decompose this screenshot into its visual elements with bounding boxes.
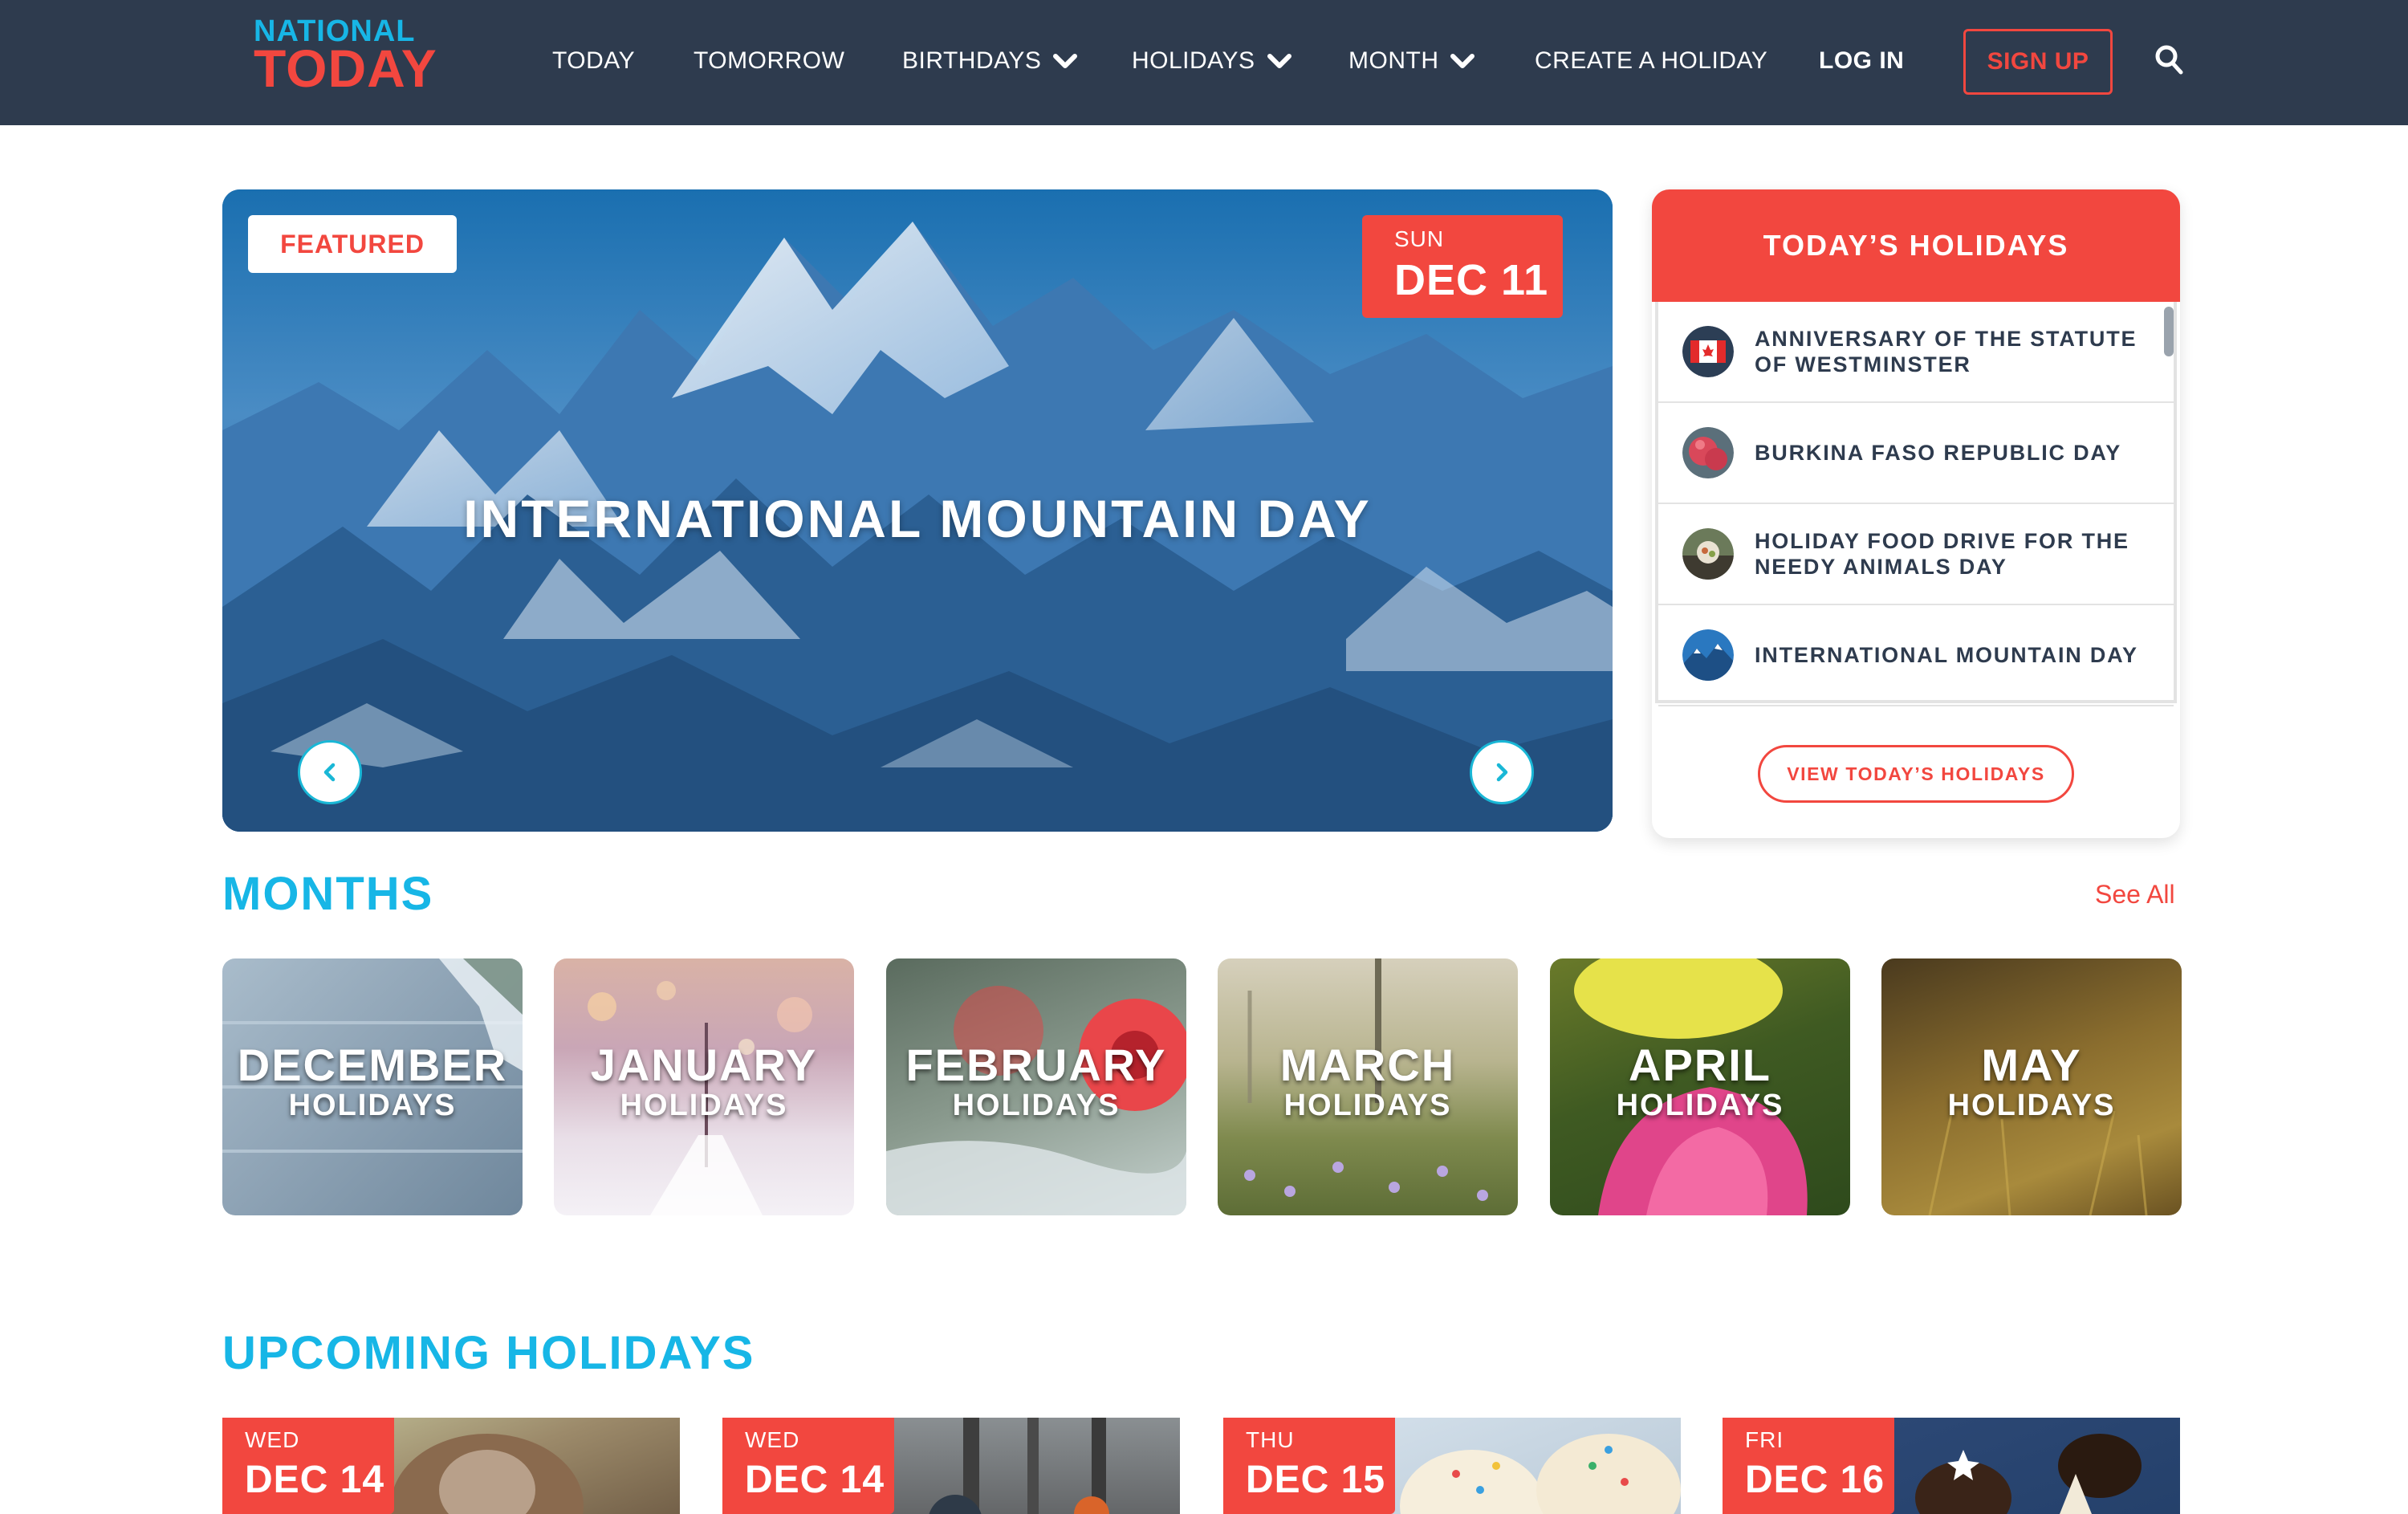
signup-button[interactable]: SIGN UP: [1963, 29, 2113, 95]
canada-flag-thumbnail: [1682, 326, 1734, 377]
upcoming-date: DEC 14: [245, 1459, 385, 1501]
upcoming-day-of-week: WED: [745, 1427, 800, 1452]
nav-login[interactable]: LOG IN: [1819, 45, 1904, 77]
featured-badge-label: FEATURED: [280, 229, 425, 258]
top-nav: NATIONAL TODAY TODAY TOMORROW BIRTHDAYS …: [0, 0, 2408, 125]
featured-holiday-slider[interactable]: FEATURED SUN DEC 11 INTERNATIONAL MOUNTA…: [222, 189, 1613, 832]
upcoming-holidays-section-title: UPCOMING HOLIDAYS: [222, 1327, 755, 1379]
nav-create-holiday[interactable]: CREATE A HOLIDAY: [1535, 45, 1767, 77]
nav-tomorrow-label: TOMORROW: [694, 47, 845, 74]
logo-line2: TODAY: [254, 39, 437, 98]
list-item-label: HOLIDAY FOOD DRIVE FOR THE NEEDY ANIMALS…: [1755, 528, 2129, 579]
see-all-months-link[interactable]: See All: [2095, 880, 2175, 910]
nav-month[interactable]: MONTH: [1348, 45, 1475, 77]
upcoming-day-of-week: WED: [245, 1427, 300, 1452]
month-name: FEBRUARY: [905, 1040, 1167, 1090]
list-item-label: BURKINA FASO REPUBLIC DAY: [1755, 440, 2122, 465]
burkina-faso-thumbnail: [1682, 427, 1734, 478]
upcoming-date: DEC 15: [1246, 1459, 1386, 1501]
list-scrollbar[interactable]: [2164, 307, 2174, 356]
featured-badge: FEATURED: [248, 215, 457, 273]
list-item[interactable]: INTERNATIONAL MOUNTAIN DAY: [1658, 605, 2174, 706]
nav-birthdays-label: BIRTHDAYS: [902, 47, 1042, 74]
nav-today-label: TODAY: [552, 47, 636, 74]
month-subtitle: HOLIDAYS: [620, 1089, 788, 1122]
chevron-down-icon: [1053, 54, 1078, 68]
nav-today[interactable]: TODAY: [552, 45, 635, 77]
slider-next-button[interactable]: [1470, 740, 1534, 804]
hero-title[interactable]: INTERNATIONAL MOUNTAIN DAY: [222, 488, 1613, 549]
month-card-december[interactable]: DECEMBER HOLIDAYS: [222, 958, 523, 1215]
month-subtitle: HOLIDAYS: [1283, 1089, 1452, 1122]
month-card-march[interactable]: MARCH HOLIDAYS: [1218, 958, 1518, 1215]
search-icon[interactable]: [2153, 42, 2185, 77]
chevron-right-icon: [1496, 763, 1508, 782]
view-todays-holidays-label: VIEW TODAY’S HOLIDAYS: [1787, 763, 2045, 784]
month-subtitle: HOLIDAYS: [952, 1089, 1121, 1122]
upcoming-date: DEC 14: [745, 1459, 885, 1501]
hero-day-of-week: SUN: [1394, 226, 1445, 251]
nav-login-label: LOG IN: [1819, 47, 1905, 74]
upcoming-date-badge: THU DEC 15: [1223, 1418, 1395, 1514]
nav-birthdays[interactable]: BIRTHDAYS: [902, 45, 1078, 77]
month-name: DECEMBER: [237, 1040, 508, 1090]
chevron-left-icon: [323, 763, 336, 782]
food-drive-thumbnail: [1682, 528, 1734, 580]
hero-date: DEC 11: [1394, 256, 1549, 304]
list-item-label: ANNIVERSARY OF THE STATUTE OF WESTMINSTE…: [1755, 326, 2138, 376]
month-subtitle: HOLIDAYS: [288, 1089, 457, 1122]
upcoming-date-badge: WED DEC 14: [722, 1418, 894, 1514]
national-today-logo[interactable]: NATIONAL TODAY: [254, 14, 437, 103]
todays-holidays-list[interactable]: ANNIVERSARY OF THE STATUTE OF WESTMINSTE…: [1655, 302, 2177, 706]
list-item-label: INTERNATIONAL MOUNTAIN DAY: [1755, 642, 2138, 667]
upcoming-card[interactable]: WED DEC 14: [222, 1418, 680, 1514]
month-name: MARCH: [1279, 1040, 1456, 1090]
nav-holidays[interactable]: HOLIDAYS: [1132, 45, 1292, 77]
nav-create-holiday-label: CREATE A HOLIDAY: [1535, 47, 1768, 74]
upcoming-date-badge: FRI DEC 16: [1723, 1418, 1894, 1514]
nav-holidays-label: HOLIDAYS: [1132, 47, 1255, 74]
chevron-down-icon: [1267, 54, 1291, 68]
chevron-down-icon: [1450, 54, 1475, 68]
upcoming-day-of-week: THU: [1246, 1427, 1295, 1452]
todays-holidays-heading: TODAY’S HOLIDAYS: [1652, 189, 2180, 302]
list-item[interactable]: BURKINA FASO REPUBLIC DAY: [1658, 403, 2174, 504]
hero-date-badge: SUN DEC 11: [1362, 215, 1563, 318]
slider-prev-button[interactable]: [298, 740, 362, 804]
nav-tomorrow[interactable]: TOMORROW: [694, 45, 844, 77]
upcoming-card[interactable]: FRI DEC 16: [1723, 1418, 2180, 1514]
upcoming-day-of-week: FRI: [1745, 1427, 1784, 1452]
view-todays-holidays-button[interactable]: VIEW TODAY’S HOLIDAYS: [1758, 745, 2074, 803]
upcoming-date: DEC 16: [1745, 1459, 1885, 1501]
list-item[interactable]: HOLIDAY FOOD DRIVE FOR THE NEEDY ANIMALS…: [1658, 504, 2174, 605]
month-name: JANUARY: [590, 1040, 818, 1090]
month-card-april[interactable]: APRIL HOLIDAYS: [1550, 958, 1850, 1215]
upcoming-card[interactable]: THU DEC 15: [1223, 1418, 1681, 1514]
upcoming-date-badge: WED DEC 14: [222, 1418, 394, 1514]
month-name: APRIL: [1629, 1040, 1771, 1090]
nav-month-label: MONTH: [1348, 47, 1439, 74]
month-card-february[interactable]: FEBRUARY HOLIDAYS: [886, 958, 1186, 1215]
mountain-thumbnail: [1682, 629, 1734, 681]
month-card-may[interactable]: MAY HOLIDAYS: [1881, 958, 2182, 1215]
upcoming-card[interactable]: WED DEC 14: [722, 1418, 1180, 1514]
month-card-january[interactable]: JANUARY HOLIDAYS: [554, 958, 854, 1215]
signup-label: SIGN UP: [1987, 48, 2089, 75]
month-name: MAY: [1981, 1040, 2082, 1090]
month-subtitle: HOLIDAYS: [1616, 1089, 1784, 1122]
todays-holidays-panel: TODAY’S HOLIDAYS ANNIVERSARY OF THE STAT…: [1652, 189, 2180, 838]
month-subtitle: HOLIDAYS: [1947, 1089, 2116, 1122]
months-section-title: MONTHS: [222, 868, 434, 920]
list-item[interactable]: ANNIVERSARY OF THE STATUTE OF WESTMINSTE…: [1658, 302, 2174, 403]
